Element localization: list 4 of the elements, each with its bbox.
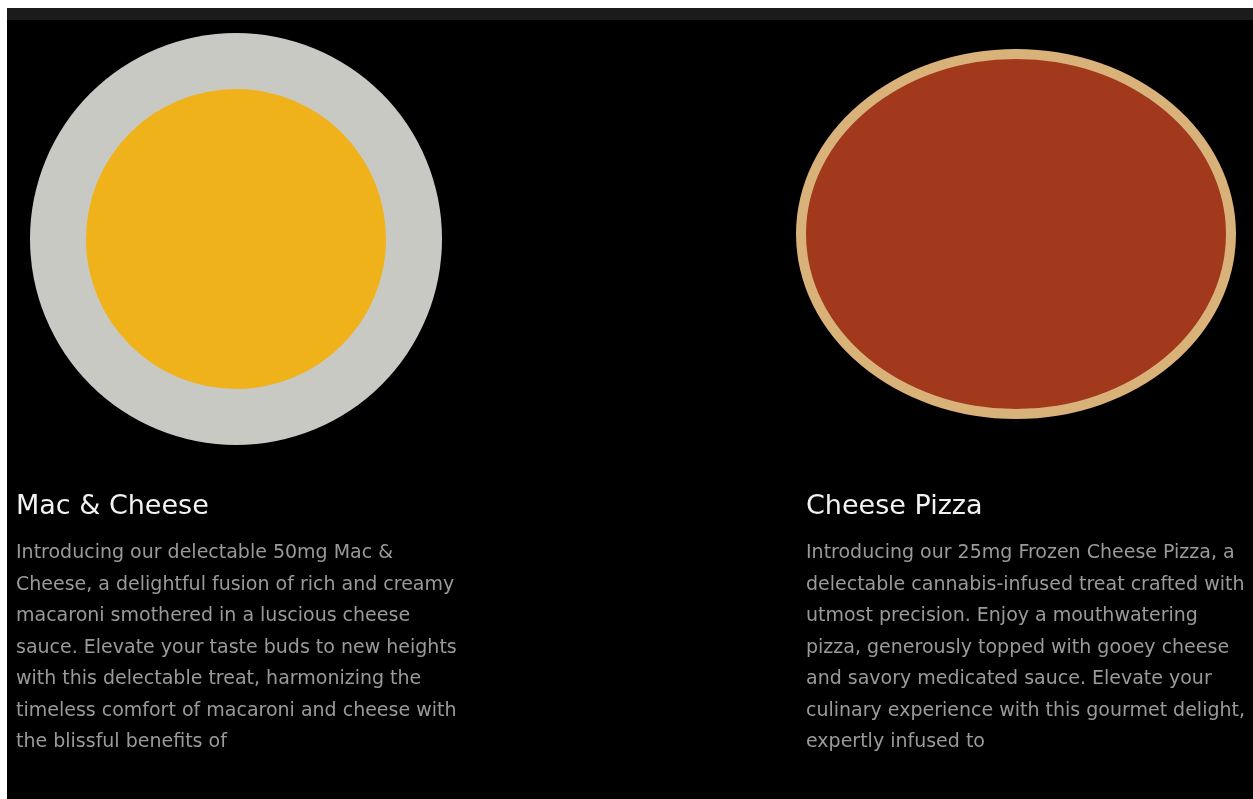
product-title: Cheese Pizza (806, 488, 984, 522)
product-title: Mac & Cheese (16, 488, 210, 522)
product-description: Introducing our delectable 50mg Mac & Cheese, a delightful fusion of rich and creamy macaroni smothered in a luscious cheese sauce. Elevate your taste buds to new heights with this delectable treat, harmonizing the timeless comfort of macaroni and cheese with the blissful benefits of (16, 539, 458, 753)
product-description: Introducing our 25mg Frozen Cheese Pizza, a delectable cannabis-infused treat crafted with utmost precision. Enjoy a mouthwatering pizza, generously topped with gooey cheese and savory medicated sauce. Elevate your culinary experience with this gourmet delight, expertly infused to (806, 539, 1247, 753)
